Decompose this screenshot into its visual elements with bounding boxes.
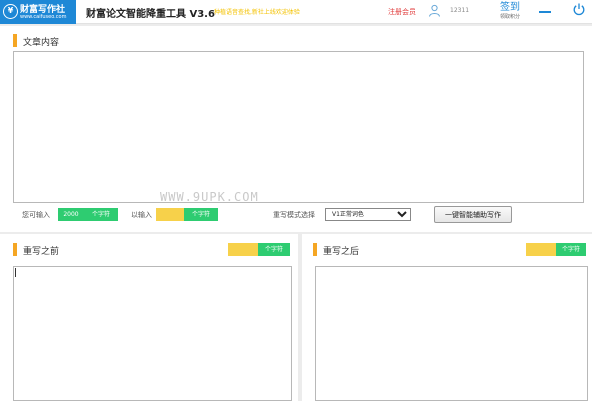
after-panel: 重写之后 个字符 bbox=[302, 234, 592, 401]
entered-value bbox=[156, 208, 184, 221]
entered-count: 个字符 bbox=[156, 208, 218, 221]
logo-url: www.caifuseo.com bbox=[20, 14, 67, 20]
watermark-text: WWW.9UPK.COM bbox=[160, 190, 259, 204]
remaining-label: 您可输入 bbox=[22, 211, 50, 219]
user-icon[interactable] bbox=[428, 4, 441, 17]
mode-label: 重写模式选择 bbox=[273, 211, 315, 219]
user-id: 12311 bbox=[450, 7, 470, 14]
minimize-icon[interactable] bbox=[537, 8, 553, 16]
article-panel: 文章内容 您可输入 2000 个字符 以输入 个字符 重写模式选择 bbox=[0, 26, 592, 232]
entered-label: 以输入 bbox=[131, 211, 152, 219]
app-logo: ¥ 财富写作社 www.caifuseo.com bbox=[0, 0, 76, 24]
rewrite-mode-select[interactable]: V1正常词色 bbox=[325, 208, 411, 221]
assist-write-button[interactable]: 一键智能辅助写作 bbox=[434, 206, 512, 223]
signin-button[interactable]: 签到 领取积分 bbox=[494, 2, 526, 22]
slogan-text: 种植语音查找,新社上线欢迎体验 bbox=[214, 9, 300, 16]
power-icon[interactable] bbox=[572, 2, 586, 16]
logo-mark-icon: ¥ bbox=[3, 4, 18, 19]
section-marker bbox=[13, 243, 17, 256]
article-title: 文章内容 bbox=[23, 38, 60, 48]
before-count-value bbox=[228, 243, 258, 256]
before-title: 重写之前 bbox=[23, 247, 60, 257]
section-marker bbox=[13, 34, 17, 47]
after-count-value bbox=[526, 243, 556, 256]
after-title: 重写之后 bbox=[323, 247, 360, 257]
entered-unit: 个字符 bbox=[184, 208, 218, 221]
remaining-count: 2000 个字符 bbox=[58, 208, 118, 221]
before-text[interactable] bbox=[13, 266, 292, 401]
remaining-value: 2000 bbox=[58, 208, 84, 221]
article-input[interactable] bbox=[13, 51, 584, 203]
app-title: 财富论文智能降重工具 V3.6 bbox=[86, 9, 215, 20]
text-cursor bbox=[15, 268, 16, 277]
after-count: 个字符 bbox=[526, 243, 586, 256]
before-count-unit: 个字符 bbox=[258, 243, 290, 256]
after-text[interactable] bbox=[315, 266, 588, 401]
signin-label: 签到 bbox=[500, 2, 520, 13]
title-bar: ¥ 财富写作社 www.caifuseo.com 财富论文智能降重工具 V3.6… bbox=[0, 0, 592, 24]
register-link[interactable]: 注册会员 bbox=[388, 7, 416, 17]
signin-sublabel: 领取积分 bbox=[499, 14, 520, 20]
before-panel: 重写之前 个字符 bbox=[0, 234, 298, 401]
before-count: 个字符 bbox=[228, 243, 290, 256]
remaining-unit: 个字符 bbox=[84, 208, 118, 221]
after-count-unit: 个字符 bbox=[556, 243, 586, 256]
section-marker bbox=[313, 243, 317, 256]
